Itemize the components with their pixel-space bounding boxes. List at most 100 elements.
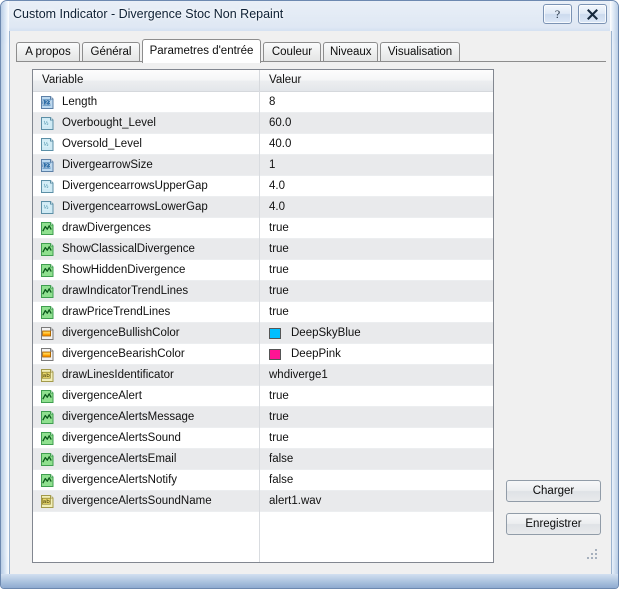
table-row[interactable]: 123 DivergearrowSize 1	[33, 155, 493, 176]
parameter-value[interactable]: true	[269, 407, 289, 427]
table-row[interactable]: drawPriceTrendLines true	[33, 302, 493, 323]
table-row[interactable]: divergenceBearishColor DeepPink	[33, 344, 493, 365]
string-type-icon: ab	[40, 494, 55, 509]
tab-niveaux[interactable]: Niveaux	[323, 42, 378, 62]
svg-text:½: ½	[43, 183, 48, 190]
help-button[interactable]: ?	[543, 4, 572, 24]
table-row[interactable]: ShowHiddenDivergence true	[33, 260, 493, 281]
svg-text:ab: ab	[43, 499, 50, 505]
column-header-valeur[interactable]: Valeur	[269, 70, 301, 91]
table-row[interactable]: divergenceAlertsMessage true	[33, 407, 493, 428]
tab-strip: A propos Général Parametres d'entrée Couleu…	[16, 39, 606, 63]
parameter-name: drawIndicatorTrendLines	[62, 285, 189, 297]
double-type-icon: ½	[40, 200, 55, 215]
tab-g-n-ral[interactable]: Général	[82, 42, 140, 62]
resize-grip[interactable]	[587, 549, 599, 561]
parameter-value[interactable]: 4.0	[269, 176, 285, 196]
tab-strip-baseline	[16, 61, 606, 62]
parameter-name: divergenceAlertsEmail	[62, 453, 177, 465]
parameter-value[interactable]: false	[269, 470, 293, 490]
parameter-value[interactable]: true	[269, 428, 289, 448]
parameter-value[interactable]: 40.0	[269, 134, 291, 154]
boolean-type-icon	[40, 410, 55, 425]
load-button[interactable]: Charger	[506, 480, 601, 502]
parameter-value[interactable]: 4.0	[269, 197, 285, 217]
table-row[interactable]: drawIndicatorTrendLines true	[33, 281, 493, 302]
table-row[interactable]: ½ DivergencearrowsUpperGap 4.0	[33, 176, 493, 197]
color-swatch[interactable]	[269, 328, 281, 339]
parameter-value[interactable]: true	[269, 386, 289, 406]
parameter-value[interactable]: DeepPink	[291, 344, 341, 364]
table-row[interactable]: ½ Overbought_Level 60.0	[33, 113, 493, 134]
boolean-type-icon	[40, 473, 55, 488]
color-swatch[interactable]	[269, 349, 281, 360]
parameter-value[interactable]: 60.0	[269, 113, 291, 133]
parameter-name: Length	[62, 96, 98, 108]
parameter-name: drawDivergences	[62, 222, 151, 234]
parameter-name: Overbought_Level	[62, 117, 156, 129]
dialog-client-area: A propos Général Parametres d'entrée Couleu…	[9, 31, 614, 588]
parameter-name: divergenceBearishColor	[62, 348, 185, 360]
table-row[interactable]: ab drawLinesIdentificator whdiverge1	[33, 365, 493, 386]
boolean-type-icon	[40, 221, 55, 236]
column-header-variable[interactable]: Variable	[42, 70, 83, 91]
double-type-icon: ½	[40, 116, 55, 131]
tab-couleur[interactable]: Couleur	[263, 42, 321, 62]
parameter-value[interactable]: DeepSkyBlue	[291, 323, 361, 343]
close-button[interactable]	[578, 4, 607, 24]
table-row[interactable]: ab divergenceAlertsSoundName alert1.wav	[33, 491, 493, 512]
window-frame-left	[1, 1, 9, 588]
parameter-name: DivergencearrowsUpperGap	[62, 180, 208, 192]
table-row[interactable]: drawDivergences true	[33, 218, 493, 239]
svg-text:½: ½	[43, 141, 48, 148]
tab-a-propos[interactable]: A propos	[16, 42, 80, 62]
parameter-value[interactable]: true	[269, 218, 289, 238]
parameters-table[interactable]: Variable Valeur 123 Length 8 ½ Overbought_Le…	[32, 69, 494, 563]
tab-visualisation[interactable]: Visualisation	[380, 42, 460, 62]
boolean-type-icon	[40, 305, 55, 320]
parameter-value[interactable]: true	[269, 239, 289, 259]
svg-text:123: 123	[42, 101, 52, 107]
parameter-name: divergenceAlertsMessage	[62, 411, 195, 423]
table-row[interactable]: divergenceAlertsEmail false	[33, 449, 493, 470]
string-type-icon: ab	[40, 368, 55, 383]
table-row[interactable]: ½ Oversold_Level 40.0	[33, 134, 493, 155]
title-bar: Custom Indicator - Divergence Stoc Non R…	[1, 1, 618, 31]
save-button[interactable]: Enregistrer	[506, 513, 601, 535]
parameter-value[interactable]: true	[269, 302, 289, 322]
table-row[interactable]: ShowClassicalDivergence true	[33, 239, 493, 260]
boolean-type-icon	[40, 452, 55, 467]
parameter-name: divergenceAlertsSound	[62, 432, 181, 444]
table-row[interactable]: divergenceAlertsNotify false	[33, 470, 493, 491]
tab-parametres-d-entr-e[interactable]: Parametres d'entrée	[142, 39, 261, 63]
parameter-value[interactable]: true	[269, 260, 289, 280]
table-header-row: Variable Valeur	[33, 70, 493, 92]
table-row[interactable]: divergenceAlertsSound true	[33, 428, 493, 449]
table-row[interactable]: 123 Length 8	[33, 92, 493, 113]
parameter-value[interactable]: whdiverge1	[269, 365, 328, 385]
parameter-name: divergenceAlertsSoundName	[62, 495, 212, 507]
color-type-icon	[40, 326, 55, 341]
parameter-value[interactable]: alert1.wav	[269, 491, 321, 511]
parameter-value[interactable]: false	[269, 449, 293, 469]
boolean-type-icon	[40, 389, 55, 404]
double-type-icon: ½	[40, 179, 55, 194]
parameter-name: ShowHiddenDivergence	[62, 264, 186, 276]
double-type-icon: ½	[40, 137, 55, 152]
parameter-name: drawLinesIdentificator	[62, 369, 174, 381]
parameter-name: divergenceAlertsNotify	[62, 474, 178, 486]
boolean-type-icon	[40, 431, 55, 446]
table-rows-container: 123 Length 8 ½ Overbought_Level 60.0 ½ Oversold…	[33, 92, 493, 512]
question-mark-icon: ?	[554, 7, 561, 21]
table-row[interactable]: divergenceBullishColor DeepSkyBlue	[33, 323, 493, 344]
parameter-value[interactable]: 1	[269, 155, 275, 175]
color-type-icon	[40, 347, 55, 362]
table-row[interactable]: divergenceAlert true	[33, 386, 493, 407]
header-column-divider[interactable]	[259, 70, 260, 91]
parameter-value[interactable]: 8	[269, 92, 275, 112]
close-icon	[587, 9, 598, 20]
integer-type-icon: 123	[40, 95, 55, 110]
parameter-value[interactable]: true	[269, 281, 289, 301]
parameter-name: drawPriceTrendLines	[62, 306, 171, 318]
table-row[interactable]: ½ DivergencearrowsLowerGap 4.0	[33, 197, 493, 218]
